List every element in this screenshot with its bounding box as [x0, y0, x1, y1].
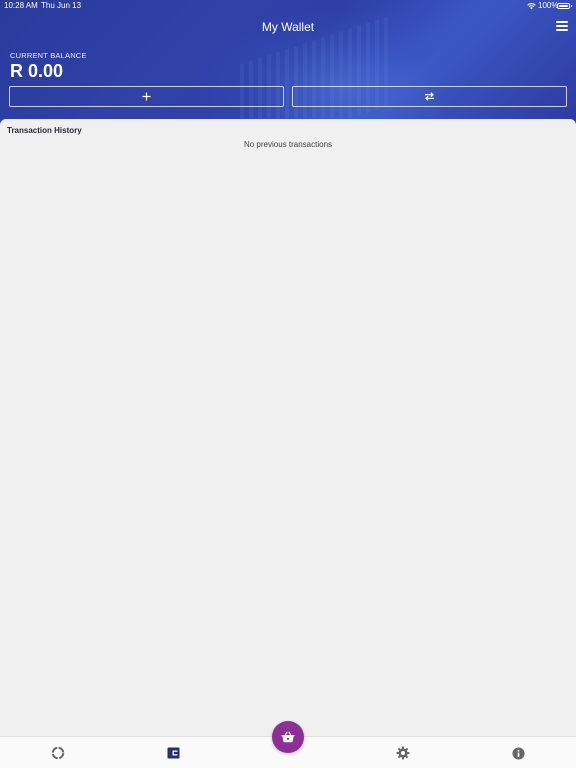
wifi-icon — [527, 3, 536, 10]
page-title: My Wallet — [261, 20, 315, 34]
plus-icon — [142, 92, 151, 101]
balance-value: R 0.00 — [10, 61, 64, 81]
transaction-history-title: Transaction History — [7, 126, 82, 135]
basket-icon — [281, 731, 295, 743]
battery-icon — [557, 3, 572, 9]
tab-loading[interactable] — [50, 745, 66, 761]
empty-transactions-message: No previous transactions — [243, 140, 333, 149]
transaction-history-panel: Transaction History No previous transact… — [0, 119, 576, 736]
gear-icon — [396, 746, 410, 760]
status-bar: 10:28 AM Thu Jun 13 100% — [0, 0, 576, 12]
status-time: 10:28 AM — [4, 1, 38, 10]
status-date: Thu Jun 13 — [41, 1, 82, 10]
menu-icon[interactable] — [556, 21, 568, 33]
add-funds-button[interactable] — [9, 86, 284, 107]
balance-label: CURRENT BALANCE — [10, 51, 87, 60]
transfer-button[interactable] — [292, 86, 567, 107]
tab-settings[interactable] — [395, 745, 411, 761]
transfer-arrows-icon — [425, 92, 434, 101]
tab-info[interactable] — [510, 745, 526, 761]
wallet-header: 10:28 AM Thu Jun 13 100% My Wallet CURRE… — [0, 0, 576, 126]
battery-percent: 100% — [538, 1, 559, 10]
spinner-icon — [51, 746, 65, 760]
info-icon — [511, 746, 525, 760]
tab-wallet[interactable] — [165, 745, 181, 761]
wallet-icon — [167, 747, 179, 759]
shop-fab-button[interactable] — [272, 721, 304, 753]
